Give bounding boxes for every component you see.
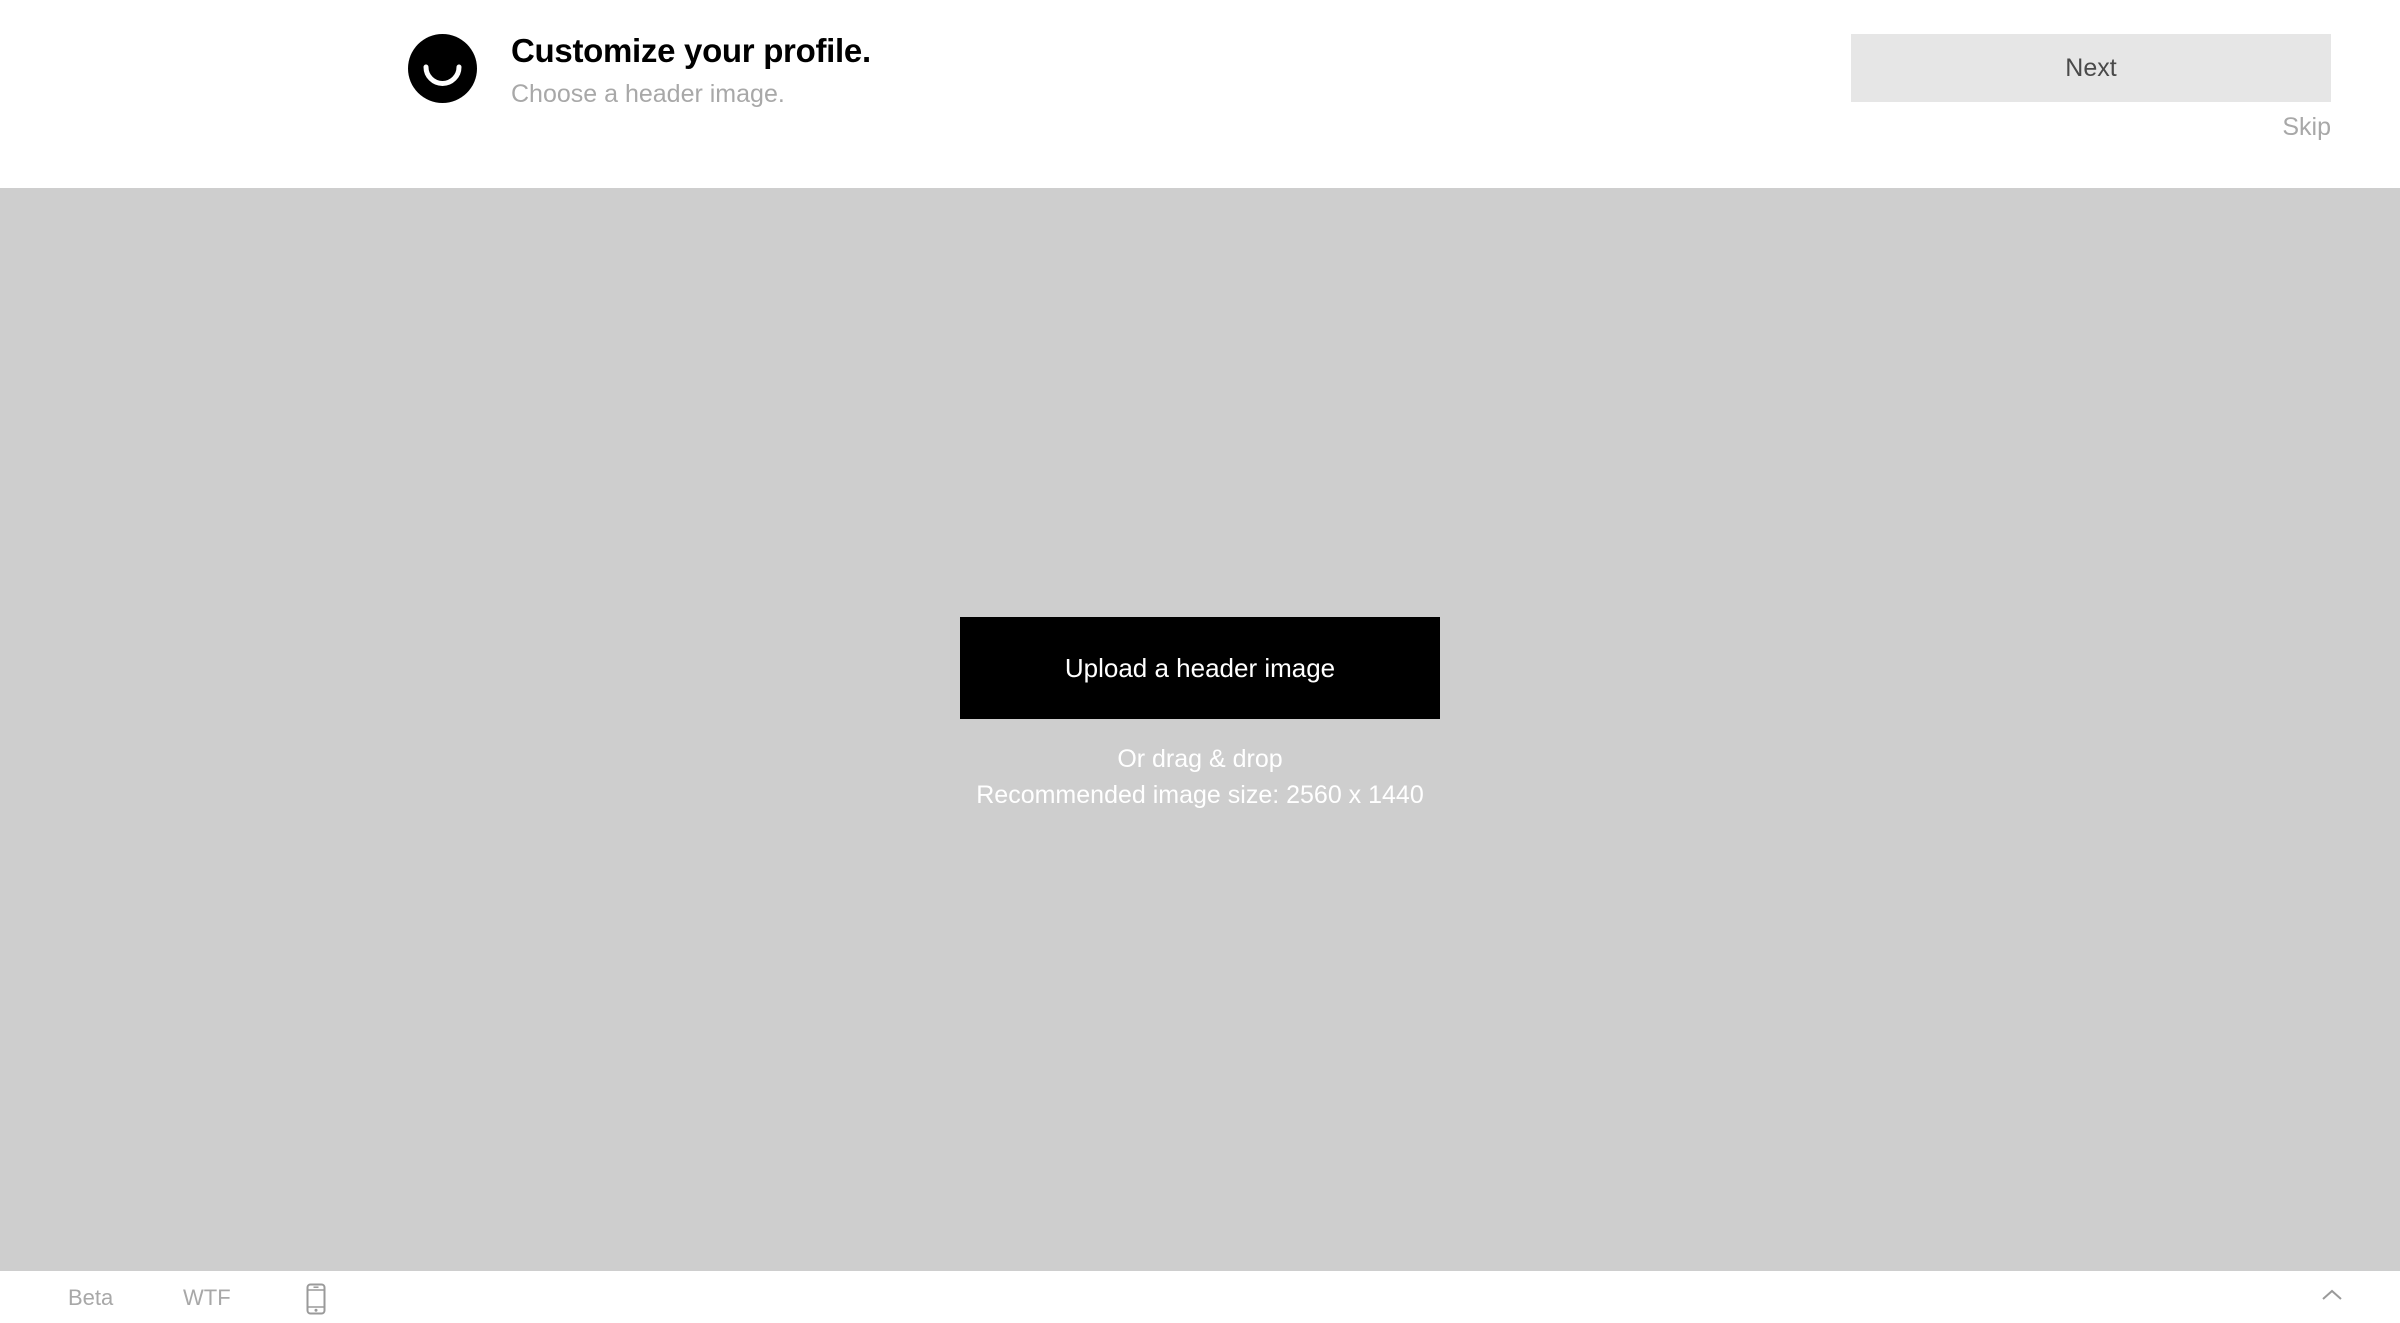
upload-header-image-button[interactable]: Upload a header image [960,617,1440,719]
ello-smile-logo-icon[interactable] [408,34,477,103]
footer-bar: Beta WTF [0,1271,2400,1323]
chevron-up-icon[interactable] [2320,1287,2344,1303]
onboarding-header: Customize your profile. Choose a header … [0,0,2400,188]
skip-link[interactable]: Skip [2282,113,2331,142]
phone-icon[interactable] [306,1283,326,1315]
page-title: Customize your profile. [511,32,871,69]
recommended-size-hint: Recommended image size: 2560 x 1440 [976,781,1424,809]
drag-drop-hint: Or drag & drop [1117,745,1283,773]
page-subtitle: Choose a header image. [511,80,785,108]
header-image-dropzone[interactable]: Upload a header image Or drag & drop Rec… [0,188,2400,1271]
next-button[interactable]: Next [1851,34,2331,102]
footer-link-beta[interactable]: Beta [68,1285,113,1311]
footer-link-wtf[interactable]: WTF [183,1285,231,1311]
